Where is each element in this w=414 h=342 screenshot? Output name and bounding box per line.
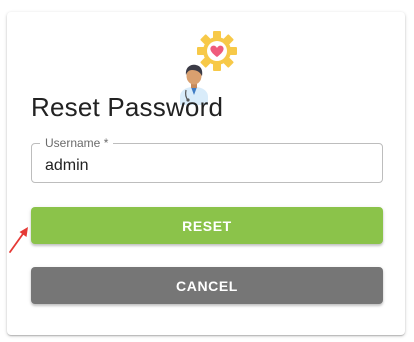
reset-button[interactable]: RESET xyxy=(31,207,383,244)
page-title: Reset Password xyxy=(31,92,224,122)
red-arrow-icon xyxy=(9,227,28,253)
username-field[interactable]: Username * xyxy=(31,136,383,183)
username-input[interactable] xyxy=(32,144,382,182)
reset-password-card: Reset Password Username * RESET CANCEL xyxy=(7,12,405,335)
cancel-button[interactable]: CANCEL xyxy=(31,267,383,304)
